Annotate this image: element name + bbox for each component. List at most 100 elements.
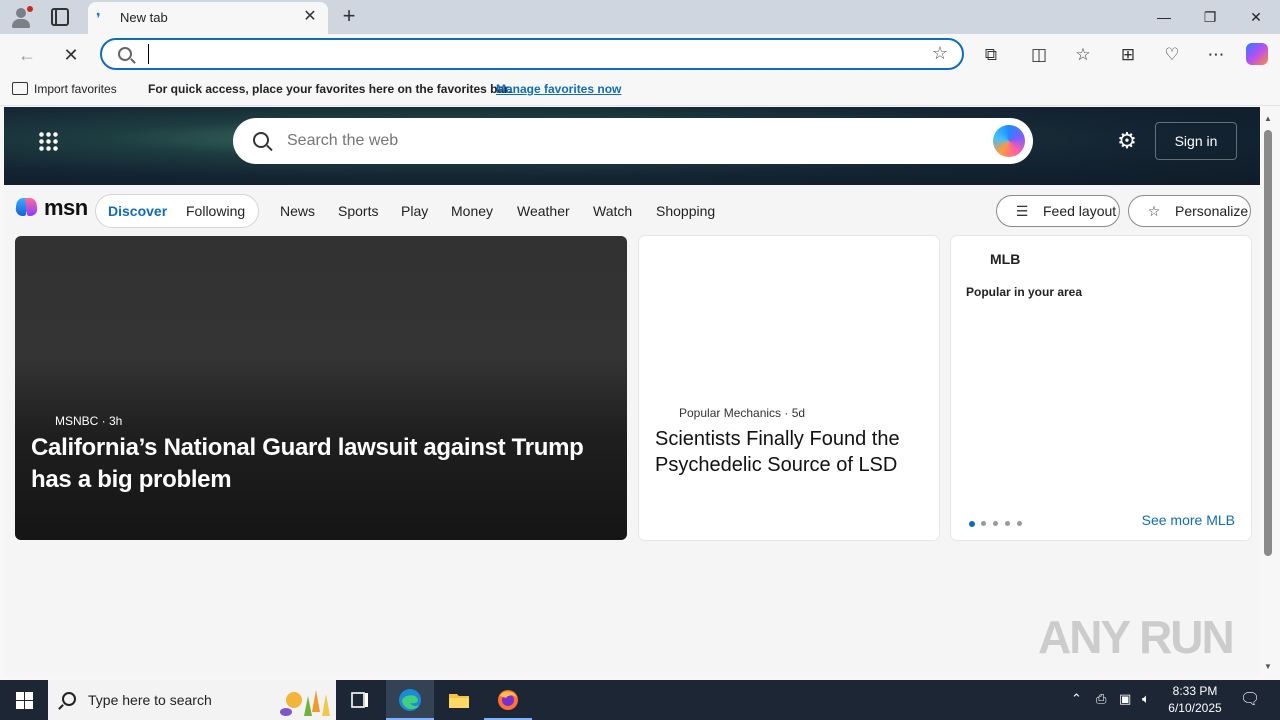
msn-logo-text: msn: [44, 195, 88, 220]
page-viewport: ⚙ Sign in msn Discover Following News Sp…: [4, 107, 1260, 675]
tab-discover[interactable]: Discover: [108, 203, 167, 219]
copilot-icon[interactable]: [1246, 43, 1268, 65]
web-search-input[interactable]: [287, 130, 967, 152]
web-search-box[interactable]: [233, 118, 1033, 164]
feed-toggle: Discover Following: [95, 194, 259, 228]
taskbar-edge-app[interactable]: [386, 680, 434, 720]
category-money[interactable]: Money: [451, 203, 493, 219]
mlb-card-title[interactable]: MLB: [990, 251, 1020, 267]
manage-favorites-link[interactable]: Manage favorites now: [496, 82, 621, 96]
feed-layout-label: Feed layout: [1043, 203, 1117, 219]
new-tab-button[interactable]: +: [338, 5, 360, 27]
taskbar-search-placeholder: Type here to search: [88, 692, 212, 708]
address-input[interactable]: [148, 44, 908, 64]
minimize-button[interactable]: —: [1141, 0, 1187, 34]
edge-icon: [399, 689, 421, 711]
scroll-up-arrow-icon[interactable]: ▲: [1263, 114, 1273, 124]
task-view-button[interactable]: [336, 680, 384, 720]
browser-essentials-icon[interactable]: ♡: [1159, 42, 1185, 68]
extensions-icon[interactable]: ⧉: [978, 42, 1004, 68]
address-bar[interactable]: ☆: [100, 38, 964, 70]
app-launcher-icon[interactable]: [38, 131, 58, 151]
folder-icon: [449, 694, 469, 708]
category-shopping[interactable]: Shopping: [656, 203, 715, 219]
start-button[interactable]: [0, 680, 48, 720]
import-favorites-button[interactable]: Import favorites: [12, 82, 117, 96]
profile-body-shape: [12, 19, 30, 28]
scroll-down-arrow-icon[interactable]: ▼: [1263, 662, 1273, 672]
import-icon: [12, 82, 28, 95]
collections-icon[interactable]: ⊞: [1115, 42, 1141, 68]
taskbar: Type here to search ⌃ ⎙ ▣ 🔈︎ 8:33 PM 6/1…: [0, 680, 1280, 720]
gear-icon[interactable]: ⚙: [1116, 130, 1138, 152]
watermark: ANY RUN: [1038, 611, 1235, 663]
article-headline[interactable]: Scientists Finally Found the Psychedelic…: [655, 426, 925, 478]
split-screen-icon[interactable]: ◫: [1026, 42, 1052, 68]
page-scrollbar[interactable]: ▲ ▼: [1262, 112, 1274, 672]
tab-title: New tab: [120, 10, 168, 25]
navigation-bar: ← ✕ ☆ ⧉ ◫ ☆ ⊞ ♡ ⋯: [0, 34, 1280, 74]
network-icon[interactable]: ▣: [1119, 691, 1131, 707]
task-view-icon: [351, 692, 368, 708]
article-source: MSNBC · 3h: [55, 414, 123, 428]
personalize-button[interactable]: ☆ Personalize: [1128, 195, 1251, 227]
scrollbar-thumb[interactable]: [1264, 130, 1272, 556]
category-weather[interactable]: Weather: [517, 203, 570, 219]
article-headline[interactable]: California’s National Guard lawsuit agai…: [31, 432, 615, 496]
feed-layout-button[interactable]: ☰ Feed layout: [996, 195, 1120, 227]
profile-icon[interactable]: [10, 6, 33, 28]
carousel-dot[interactable]: [993, 521, 998, 526]
notification-center-icon[interactable]: 🗨︎: [1240, 689, 1260, 709]
restore-button[interactable]: ❐: [1187, 0, 1233, 34]
favorites-bar-message: For quick access, place your favorites h…: [148, 82, 512, 96]
tray-device-icon[interactable]: ⎙: [1096, 691, 1106, 707]
settings-more-icon[interactable]: ⋯: [1203, 42, 1229, 68]
stop-loading-button[interactable]: ✕: [58, 42, 84, 68]
back-button[interactable]: ←: [14, 42, 40, 68]
msn-butterfly-icon: [14, 198, 39, 218]
favorites-icon[interactable]: ☆: [1070, 42, 1096, 68]
clock-date: 6/10/2025: [1168, 701, 1222, 715]
personalize-label: Personalize: [1175, 203, 1249, 219]
taskbar-file-explorer-app[interactable]: [435, 680, 483, 720]
msn-logo-right-wing: [24, 198, 39, 216]
category-play[interactable]: Play: [401, 203, 428, 219]
carousel-pagination: [969, 521, 1029, 527]
loading-icon: ❜: [96, 10, 101, 26]
see-more-mlb-link[interactable]: See more MLB: [1142, 512, 1235, 528]
windows-logo-pane: [25, 701, 33, 709]
search-highlight-illustration: [280, 690, 330, 716]
sliders-icon: ☰: [1015, 203, 1029, 219]
profile-notification-dot: [27, 6, 33, 12]
windows-logo-pane: [16, 701, 24, 709]
carousel-dot[interactable]: [969, 521, 975, 527]
carousel-dot[interactable]: [1005, 521, 1010, 526]
show-hidden-icons-chevron-icon[interactable]: ⌃: [1071, 691, 1082, 707]
search-icon: [62, 692, 76, 706]
add-favorite-star-icon[interactable]: ☆: [932, 43, 948, 64]
tab-actions-icon[interactable]: [51, 8, 69, 26]
close-tab-icon[interactable]: ✕: [300, 7, 320, 27]
tab-new-tab[interactable]: ❜ New tab ✕: [88, 2, 328, 34]
firefox-icon: [498, 690, 518, 710]
sign-in-button[interactable]: Sign in: [1155, 122, 1237, 160]
tab-following[interactable]: Following: [186, 203, 245, 219]
search-icon: [253, 132, 269, 148]
category-news[interactable]: News: [280, 203, 315, 219]
category-watch[interactable]: Watch: [593, 203, 632, 219]
copilot-icon[interactable]: [993, 125, 1025, 157]
volume-icon[interactable]: 🔈︎: [1142, 691, 1150, 707]
clock-time: 8:33 PM: [1172, 684, 1218, 698]
system-clock[interactable]: 8:33 PM 6/10/2025: [1160, 683, 1230, 717]
favorites-bar: Import favorites For quick access, place…: [0, 74, 1280, 106]
carousel-dot[interactable]: [981, 521, 986, 526]
close-window-button[interactable]: ✕: [1233, 0, 1279, 34]
carousel-dot[interactable]: [1017, 521, 1022, 526]
hero-news-card[interactable]: MSNBC · 3h California’s National Guard l…: [15, 236, 627, 540]
search-icon: [118, 47, 132, 61]
taskbar-search-box[interactable]: Type here to search: [48, 680, 336, 720]
taskbar-firefox-app[interactable]: [484, 680, 532, 720]
news-card[interactable]: Popular Mechanics · 5d Scientists Finall…: [639, 236, 939, 540]
category-sports[interactable]: Sports: [338, 203, 378, 219]
profile-head-shape: [16, 8, 26, 18]
